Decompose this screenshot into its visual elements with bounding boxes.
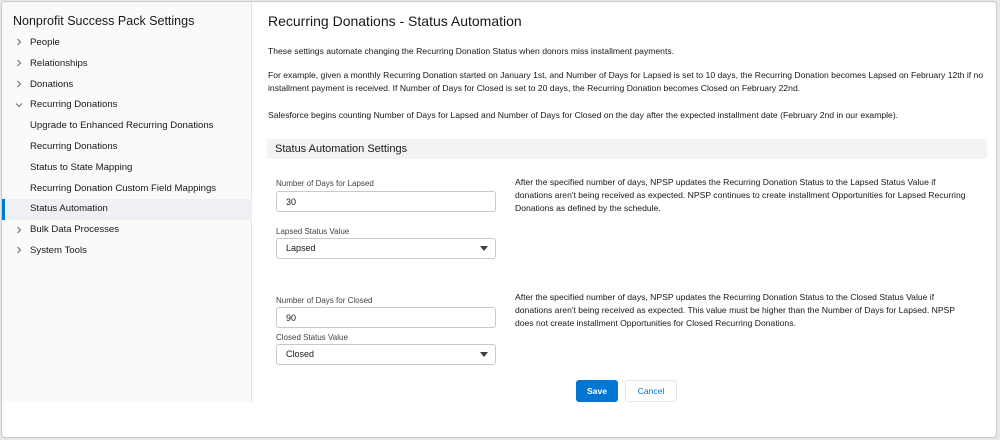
sidebar-item-status-to-state-mapping[interactable]: Status to State Mapping bbox=[2, 158, 252, 179]
caret-down-icon bbox=[480, 352, 488, 357]
closed-help-text: After the specified number of days, NPSP… bbox=[515, 292, 955, 328]
sidebar-item-upgrade-enhanced-rd[interactable]: Upgrade to Enhanced Recurring Donations bbox=[2, 116, 252, 137]
save-button[interactable]: Save bbox=[576, 380, 618, 402]
sidebar-item-label: Donations bbox=[30, 78, 74, 90]
lapsed-status-selected-value: Lapsed bbox=[286, 243, 316, 253]
sidebar-item-bulk-data-processes[interactable]: Bulk Data Processes bbox=[2, 220, 252, 241]
sidebar-item-relationships[interactable]: Relationships bbox=[2, 54, 252, 75]
example-text: For example, given a monthly Recurring D… bbox=[268, 70, 984, 93]
closed-days-label: Number of Days for Closed bbox=[276, 296, 373, 305]
sidebar-item-label: Recurring Donation Custom Field Mappings bbox=[30, 182, 217, 194]
chevron-right-icon bbox=[14, 33, 24, 54]
sidebar-item-donations[interactable]: Donations bbox=[2, 75, 252, 96]
main-content: Recurring Donations - Status Automation … bbox=[253, 2, 996, 437]
chevron-down-icon bbox=[14, 95, 24, 116]
sidebar-item-rd-custom-field-mappings[interactable]: Recurring Donation Custom Field Mappings bbox=[2, 179, 252, 200]
closed-status-label: Closed Status Value bbox=[276, 333, 348, 342]
cancel-button[interactable]: Cancel bbox=[625, 380, 677, 402]
sidebar-item-status-automation[interactable]: Status Automation bbox=[2, 199, 252, 221]
sidebar-item-label: Recurring Donations bbox=[30, 140, 118, 152]
closed-status-selected-value: Closed bbox=[286, 349, 315, 359]
counting-text: Salesforce begins counting Number of Day… bbox=[268, 110, 899, 120]
sidebar-item-label: Bulk Data Processes bbox=[30, 224, 120, 236]
caret-down-icon bbox=[480, 246, 488, 251]
lapsed-days-label: Number of Days for Lapsed bbox=[276, 179, 374, 188]
sidebar-item-label: Relationships bbox=[30, 57, 88, 69]
sidebar-nav: People Relationships Donations Recurring… bbox=[2, 33, 252, 262]
lapsed-status-select[interactable]: Lapsed bbox=[276, 238, 496, 259]
sidebar-item-rd-settings[interactable]: Recurring Donations bbox=[2, 137, 252, 158]
sidebar-item-system-tools[interactable]: System Tools bbox=[2, 241, 252, 262]
chevron-right-icon bbox=[14, 75, 24, 96]
lapsed-help-text: After the specified number of days, NPSP… bbox=[515, 177, 966, 213]
settings-sidebar: Nonprofit Success Pack Settings People R… bbox=[2, 2, 252, 402]
closed-days-input[interactable] bbox=[276, 307, 496, 328]
sidebar-item-label: System Tools bbox=[30, 244, 87, 256]
sidebar-item-recurring-donations[interactable]: Recurring Donations bbox=[2, 95, 252, 116]
sidebar-title: Nonprofit Success Pack Settings bbox=[13, 14, 195, 28]
app-window: Nonprofit Success Pack Settings People R… bbox=[1, 1, 997, 438]
chevron-right-icon bbox=[14, 54, 24, 75]
sidebar-item-label: Status Automation bbox=[30, 203, 108, 215]
sidebar-item-label: Recurring Donations bbox=[30, 99, 118, 111]
sidebar-item-label: Upgrade to Enhanced Recurring Donations bbox=[30, 120, 214, 132]
closed-status-select[interactable]: Closed bbox=[276, 344, 496, 365]
lapsed-days-input[interactable] bbox=[276, 191, 496, 212]
sidebar-item-people[interactable]: People bbox=[2, 33, 252, 54]
intro-text: These settings automate changing the Rec… bbox=[268, 46, 675, 56]
chevron-right-icon bbox=[14, 241, 24, 262]
chevron-right-icon bbox=[14, 220, 24, 241]
section-header: Status Automation Settings bbox=[267, 139, 987, 159]
sidebar-item-label: Status to State Mapping bbox=[30, 161, 133, 173]
sidebar-item-label: People bbox=[30, 37, 60, 48]
lapsed-status-label: Lapsed Status Value bbox=[276, 227, 350, 236]
page-title: Recurring Donations - Status Automation bbox=[268, 13, 522, 29]
